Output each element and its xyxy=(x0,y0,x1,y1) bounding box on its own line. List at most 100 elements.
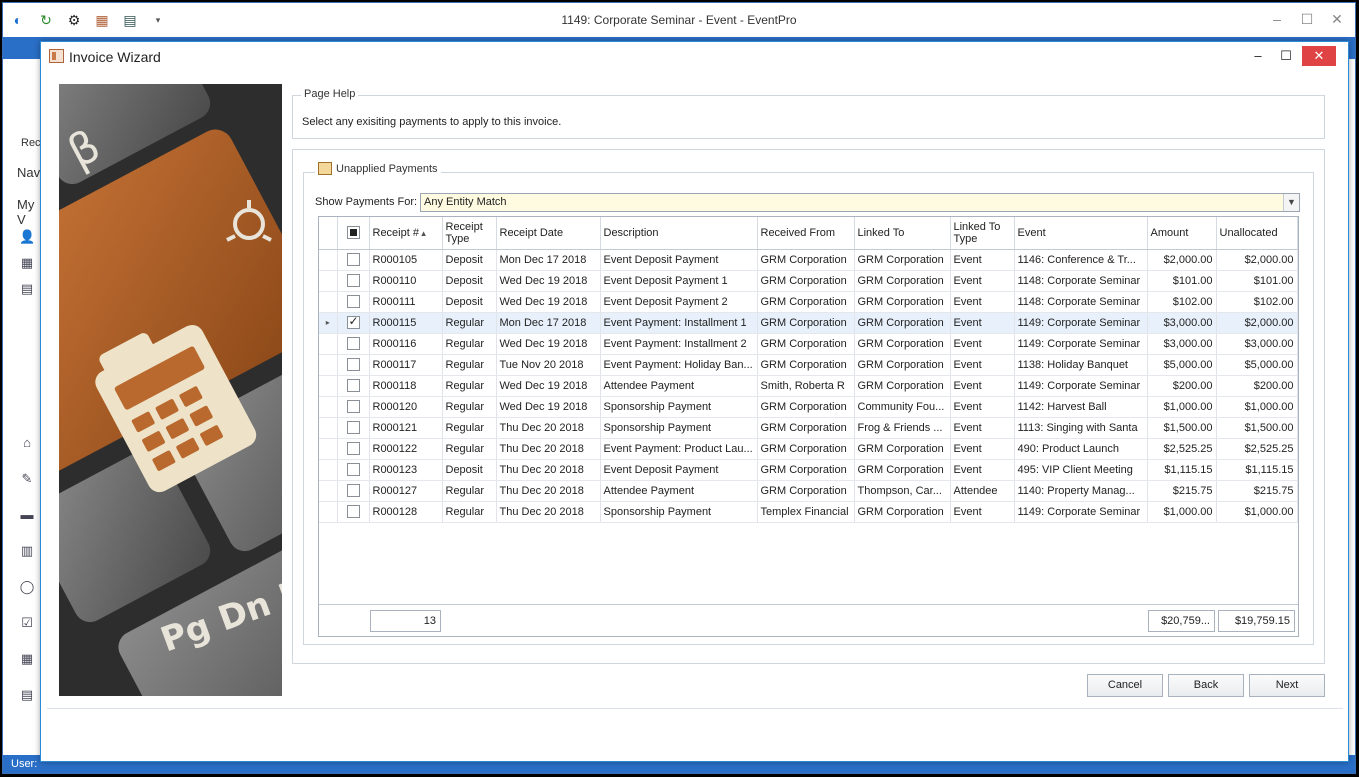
app-minimize-button[interactable]: – xyxy=(1269,11,1285,27)
app-close-button[interactable]: ✕ xyxy=(1329,11,1345,28)
home-icon[interactable]: ⌂ xyxy=(19,435,35,451)
column-header-receipt[interactable]: Receipt # ▲ xyxy=(369,217,443,250)
receipt-type-cell[interactable]: Regular xyxy=(442,438,497,460)
row-checkbox[interactable] xyxy=(346,505,360,518)
table-row[interactable]: R000120 Regular Wed Dec 19 2018 Sponsorship… xyxy=(319,396,1298,418)
receipt-cell[interactable]: R000111 xyxy=(369,291,443,313)
table-row[interactable]: R000117 Regular Tue Nov 20 2018 Event Payme… xyxy=(319,354,1298,376)
amount-cell[interactable]: $3,000.00 xyxy=(1147,333,1217,355)
description-cell[interactable]: Attendee Payment xyxy=(600,480,758,502)
linked-to-type-cell[interactable]: Attendee xyxy=(950,480,1015,502)
column-header-event[interactable]: Event xyxy=(1014,217,1148,250)
receipt-date-cell[interactable]: Thu Dec 20 2018 xyxy=(496,459,601,481)
report-icon[interactable]: ▥ xyxy=(19,543,35,559)
receipt-type-cell[interactable]: Regular xyxy=(442,396,497,418)
row-checkbox[interactable] xyxy=(346,358,360,371)
receipt-date-cell[interactable]: Thu Dec 20 2018 xyxy=(496,480,601,502)
pin-icon[interactable]: ✎ xyxy=(19,471,35,487)
event-cell[interactable]: 1140: Property Manag... xyxy=(1014,480,1148,502)
row-select-cell[interactable] xyxy=(337,375,370,397)
received-from-cell[interactable]: GRM Corporation xyxy=(757,438,855,460)
description-cell[interactable]: Event Payment: Product Lau... xyxy=(600,438,758,460)
table-row[interactable]: R000105 Deposit Mon Dec 17 2018 Event Depos… xyxy=(319,249,1298,271)
receipt-cell[interactable]: R000105 xyxy=(369,249,443,271)
linked-to-type-cell[interactable]: Event xyxy=(950,333,1015,355)
receipt-cell[interactable]: R000116 xyxy=(369,333,443,355)
receipt-date-cell[interactable]: Mon Dec 17 2018 xyxy=(496,312,601,334)
amount-cell[interactable]: $3,000.00 xyxy=(1147,312,1217,334)
event-cell[interactable]: 1148: Corporate Seminar xyxy=(1014,270,1148,292)
description-cell[interactable]: Event Deposit Payment xyxy=(600,459,758,481)
description-cell[interactable]: Event Deposit Payment 1 xyxy=(600,270,758,292)
receipt-date-cell[interactable]: Mon Dec 17 2018 xyxy=(496,249,601,271)
row-select-cell[interactable] xyxy=(337,312,370,334)
dialog-maximize-button[interactable]: ☐ xyxy=(1273,46,1299,66)
description-cell[interactable]: Attendee Payment xyxy=(600,375,758,397)
select-all-header[interactable] xyxy=(337,217,370,250)
dialog-minimize-button[interactable]: – xyxy=(1245,46,1271,66)
table-row[interactable]: R000110 Deposit Wed Dec 19 2018 Event Depos… xyxy=(319,270,1298,292)
received-from-cell[interactable]: Templex Financial xyxy=(757,501,855,523)
amount-cell[interactable]: $1,500.00 xyxy=(1147,417,1217,439)
receipt-date-cell[interactable]: Wed Dec 19 2018 xyxy=(496,270,601,292)
linked-to-type-cell[interactable]: Event xyxy=(950,501,1015,523)
unallocated-cell[interactable]: $2,525.25 xyxy=(1216,438,1298,460)
event-cell[interactable]: 1146: Conference & Tr... xyxy=(1014,249,1148,271)
unallocated-cell[interactable]: $2,000.00 xyxy=(1216,249,1298,271)
receipt-cell[interactable]: R000117 xyxy=(369,354,443,376)
calculator-icon[interactable]: ▦ xyxy=(19,651,35,667)
linked-to-type-cell[interactable]: Event xyxy=(950,270,1015,292)
receipt-cell[interactable]: R000122 xyxy=(369,438,443,460)
received-from-cell[interactable]: GRM Corporation xyxy=(757,291,855,313)
table-row[interactable]: R000116 Regular Wed Dec 19 2018 Event Payme… xyxy=(319,333,1298,355)
receipt-type-cell[interactable]: Regular xyxy=(442,312,497,334)
linked-to-cell[interactable]: GRM Corporation xyxy=(854,333,951,355)
receipt-type-cell[interactable]: Deposit xyxy=(442,291,497,313)
event-cell[interactable]: 1149: Corporate Seminar xyxy=(1014,312,1148,334)
received-from-cell[interactable]: GRM Corporation xyxy=(757,249,855,271)
description-cell[interactable]: Event Deposit Payment xyxy=(600,249,758,271)
description-cell[interactable]: Sponsorship Payment xyxy=(600,396,758,418)
linked-to-cell[interactable]: GRM Corporation xyxy=(854,312,951,334)
receipt-type-cell[interactable]: Deposit xyxy=(442,249,497,271)
receipt-date-cell[interactable]: Wed Dec 19 2018 xyxy=(496,375,601,397)
linked-to-type-cell[interactable]: Event xyxy=(950,459,1015,481)
row-select-cell[interactable] xyxy=(337,354,370,376)
receipt-date-cell[interactable]: Wed Dec 19 2018 xyxy=(496,291,601,313)
received-from-cell[interactable]: GRM Corporation xyxy=(757,396,855,418)
unallocated-cell[interactable]: $102.00 xyxy=(1216,291,1298,313)
column-header-receipt-date[interactable]: Receipt Date xyxy=(496,217,601,250)
amount-cell[interactable]: $1,115.15 xyxy=(1147,459,1217,481)
linked-to-type-cell[interactable]: Event xyxy=(950,375,1015,397)
card-icon[interactable]: ▬ xyxy=(19,507,35,523)
event-cell[interactable]: 1142: Harvest Ball xyxy=(1014,396,1148,418)
received-from-cell[interactable]: GRM Corporation xyxy=(757,417,855,439)
receipt-cell[interactable]: R000128 xyxy=(369,501,443,523)
row-checkbox[interactable] xyxy=(346,484,360,497)
linked-to-type-cell[interactable]: Event xyxy=(950,438,1015,460)
linked-to-cell[interactable]: GRM Corporation xyxy=(854,375,951,397)
row-checkbox[interactable] xyxy=(346,421,360,434)
column-header-unallocated[interactable]: Unallocated xyxy=(1216,217,1298,250)
row-select-cell[interactable] xyxy=(337,480,370,502)
receipt-cell[interactable]: R000121 xyxy=(369,417,443,439)
row-select-cell[interactable] xyxy=(337,333,370,355)
row-checkbox[interactable] xyxy=(346,253,360,266)
column-header-linked-to-type[interactable]: Linked To Type xyxy=(950,217,1015,250)
receipt-type-cell[interactable]: Regular xyxy=(442,417,497,439)
cancel-button[interactable]: Cancel xyxy=(1087,674,1163,697)
linked-to-cell[interactable]: GRM Corporation xyxy=(854,501,951,523)
table-row[interactable]: R000122 Regular Thu Dec 20 2018 Event Payme… xyxy=(319,438,1298,460)
description-cell[interactable]: Event Payment: Installment 1 xyxy=(600,312,758,334)
linked-to-type-cell[interactable]: Event xyxy=(950,291,1015,313)
table-row[interactable]: R000111 Deposit Wed Dec 19 2018 Event Depos… xyxy=(319,291,1298,313)
unallocated-cell[interactable]: $200.00 xyxy=(1216,375,1298,397)
receipt-type-cell[interactable]: Regular xyxy=(442,480,497,502)
row-checkbox[interactable] xyxy=(346,314,360,329)
row-checkbox[interactable] xyxy=(346,463,360,476)
row-select-cell[interactable] xyxy=(337,438,370,460)
receipt-date-cell[interactable]: Wed Dec 19 2018 xyxy=(496,333,601,355)
amount-cell[interactable]: $2,000.00 xyxy=(1147,249,1217,271)
linked-to-cell[interactable]: GRM Corporation xyxy=(854,291,951,313)
chat-icon[interactable]: ◯ xyxy=(19,579,35,595)
